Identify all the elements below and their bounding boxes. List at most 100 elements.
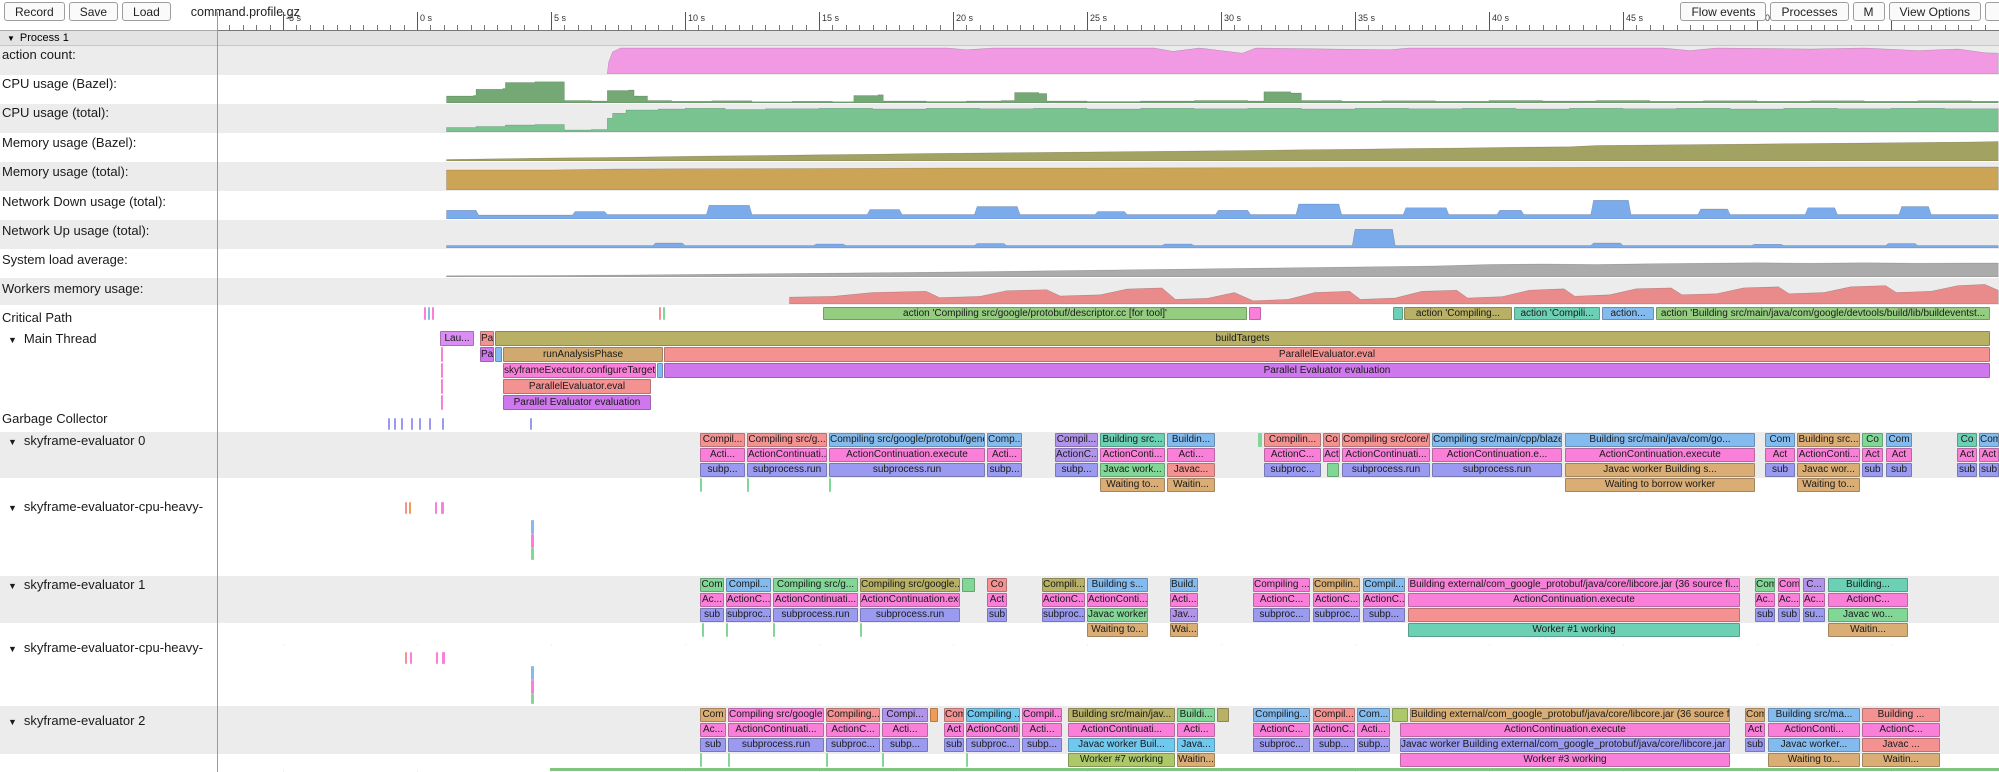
- slice[interactable]: ActionC...: [1042, 593, 1085, 607]
- slice[interactable]: subprocess.run: [1432, 463, 1562, 477]
- slice[interactable]: Javac wo...: [1828, 608, 1908, 622]
- slice[interactable]: Compili...: [1042, 578, 1085, 592]
- slice[interactable]: Ac...: [1778, 593, 1800, 607]
- slice[interactable]: ActionContinuation.execute: [1565, 448, 1755, 462]
- slice-sliver[interactable]: [405, 652, 407, 664]
- slice[interactable]: Compil...: [1363, 578, 1405, 592]
- slice[interactable]: subproc...: [1313, 608, 1360, 622]
- slice[interactable]: Waiting to borrow worker: [1565, 478, 1755, 492]
- slice-sliver[interactable]: [531, 680, 534, 694]
- slice[interactable]: Compiling src/g...: [773, 578, 858, 592]
- slice[interactable]: Building src/main/jav...: [1068, 708, 1175, 722]
- slice[interactable]: Act: [1745, 723, 1765, 737]
- workers-mem-chart[interactable]: [217, 279, 1999, 304]
- slice-sliver[interactable]: [1249, 307, 1261, 320]
- slice[interactable]: su...: [1803, 608, 1825, 622]
- slice[interactable]: subprocess.run: [773, 608, 858, 622]
- slice[interactable]: Javac worker...: [1768, 738, 1860, 752]
- slice-sliver[interactable]: [966, 753, 968, 767]
- record-button[interactable]: Record: [4, 2, 65, 21]
- slice[interactable]: ActionContinuation.execute: [1400, 723, 1730, 737]
- slice[interactable]: Compiling ...: [1253, 578, 1310, 592]
- slice[interactable]: sub: [987, 608, 1007, 622]
- slice[interactable]: Com: [1755, 578, 1775, 592]
- slice[interactable]: buildTargets: [495, 331, 1990, 346]
- slice[interactable]: action 'Building src/main/java/com/googl…: [1656, 307, 1990, 320]
- slice[interactable]: Building ...: [1862, 708, 1940, 722]
- slice-sliver[interactable]: [441, 395, 443, 410]
- slice[interactable]: Waitin...: [1862, 753, 1940, 767]
- slice-sliver[interactable]: [441, 347, 443, 362]
- slice[interactable]: Compilin...: [1264, 433, 1321, 447]
- slice-sliver[interactable]: [1327, 463, 1339, 477]
- slice[interactable]: Co: [1957, 433, 1977, 447]
- slice[interactable]: Acti...: [700, 448, 745, 462]
- slice[interactable]: subp...: [1363, 608, 1405, 622]
- slice[interactable]: ActionC...: [1363, 593, 1405, 607]
- slice[interactable]: Jav...: [1170, 608, 1198, 622]
- slice[interactable]: sub: [1957, 463, 1977, 477]
- slice[interactable]: Acti...: [1357, 723, 1390, 737]
- slice-sliver[interactable]: [441, 502, 444, 514]
- slice-sliver[interactable]: [409, 502, 411, 514]
- slice[interactable]: Com: [700, 578, 724, 592]
- slice-sliver[interactable]: [441, 379, 443, 394]
- slice[interactable]: subprocess.run: [860, 608, 960, 622]
- slice-sliver[interactable]: [663, 307, 665, 320]
- action-count-chart[interactable]: [217, 46, 1999, 74]
- slice[interactable]: Acti...: [882, 723, 928, 737]
- sys-load-chart[interactable]: [217, 250, 1999, 277]
- slice[interactable]: runAnalysisPhase: [503, 347, 663, 362]
- slice-sliver[interactable]: [410, 652, 412, 664]
- slice[interactable]: sub: [944, 738, 964, 752]
- slice[interactable]: Ac...: [700, 723, 726, 737]
- slice[interactable]: Build...: [1170, 578, 1198, 592]
- collapse-arrow-icon[interactable]: ▼: [8, 437, 17, 447]
- slice-sliver[interactable]: [882, 753, 884, 767]
- slice-sliver[interactable]: [1393, 307, 1403, 320]
- slice[interactable]: ActionContinuati...: [747, 448, 827, 462]
- slice[interactable]: Building src...: [1100, 433, 1165, 447]
- slice[interactable]: ActionConti...: [1100, 448, 1165, 462]
- net-up-chart[interactable]: [217, 221, 1999, 248]
- slice-sliver[interactable]: [442, 418, 444, 430]
- slice[interactable]: Building src/ma...: [1768, 708, 1860, 722]
- slice-sliver[interactable]: [1392, 708, 1408, 722]
- slice[interactable]: Compiling src/google...: [860, 578, 960, 592]
- slice[interactable]: Building src/main/java/com/go...: [1565, 433, 1755, 447]
- slice[interactable]: Compiling src/google...: [728, 708, 824, 722]
- slice[interactable]: Waiting to...: [1087, 623, 1148, 637]
- slice[interactable]: ActionContinuati...: [773, 593, 858, 607]
- slice[interactable]: subp...: [1055, 463, 1098, 477]
- slice[interactable]: ActionC...: [1313, 593, 1360, 607]
- slice[interactable]: Worker #3 working: [1400, 753, 1730, 767]
- slice-sliver[interactable]: [531, 520, 534, 534]
- slice[interactable]: Wai...: [1170, 623, 1198, 637]
- load-button[interactable]: Load: [122, 2, 171, 21]
- cpu-total-chart[interactable]: [217, 105, 1999, 132]
- slice[interactable]: Acti...: [1177, 723, 1215, 737]
- slice-sliver[interactable]: [405, 502, 407, 514]
- slice[interactable]: Javac ...: [1862, 738, 1940, 752]
- slice[interactable]: Compil...: [726, 578, 771, 592]
- slice[interactable]: ActionContinuati...: [1342, 448, 1430, 462]
- slice[interactable]: sub: [1979, 463, 1999, 477]
- slice-sliver[interactable]: [495, 347, 502, 362]
- mem-bazel-chart[interactable]: [217, 134, 1999, 161]
- slice[interactable]: ActionC...: [1862, 723, 1940, 737]
- slice[interactable]: subp...: [987, 463, 1022, 477]
- slice-sliver[interactable]: [432, 307, 434, 320]
- slice[interactable]: Javac worker Building s...: [1565, 463, 1755, 477]
- slice-sliver[interactable]: [659, 307, 661, 320]
- slice[interactable]: Par: [480, 331, 494, 346]
- slice[interactable]: Compiling ...: [966, 708, 1020, 722]
- net-down-chart[interactable]: [217, 192, 1999, 219]
- mem-total-chart[interactable]: [217, 163, 1999, 190]
- slice[interactable]: Worker #1 working: [1408, 623, 1740, 637]
- slice[interactable]: C...: [1803, 578, 1825, 592]
- slice[interactable]: skyframeExecutor.configureTargets: [503, 363, 656, 378]
- slice[interactable]: Java...: [1177, 738, 1215, 752]
- slice-sliver[interactable]: [441, 363, 443, 378]
- slice-sliver[interactable]: [700, 478, 702, 492]
- slice[interactable]: ParallelEvaluator.eval: [503, 379, 651, 394]
